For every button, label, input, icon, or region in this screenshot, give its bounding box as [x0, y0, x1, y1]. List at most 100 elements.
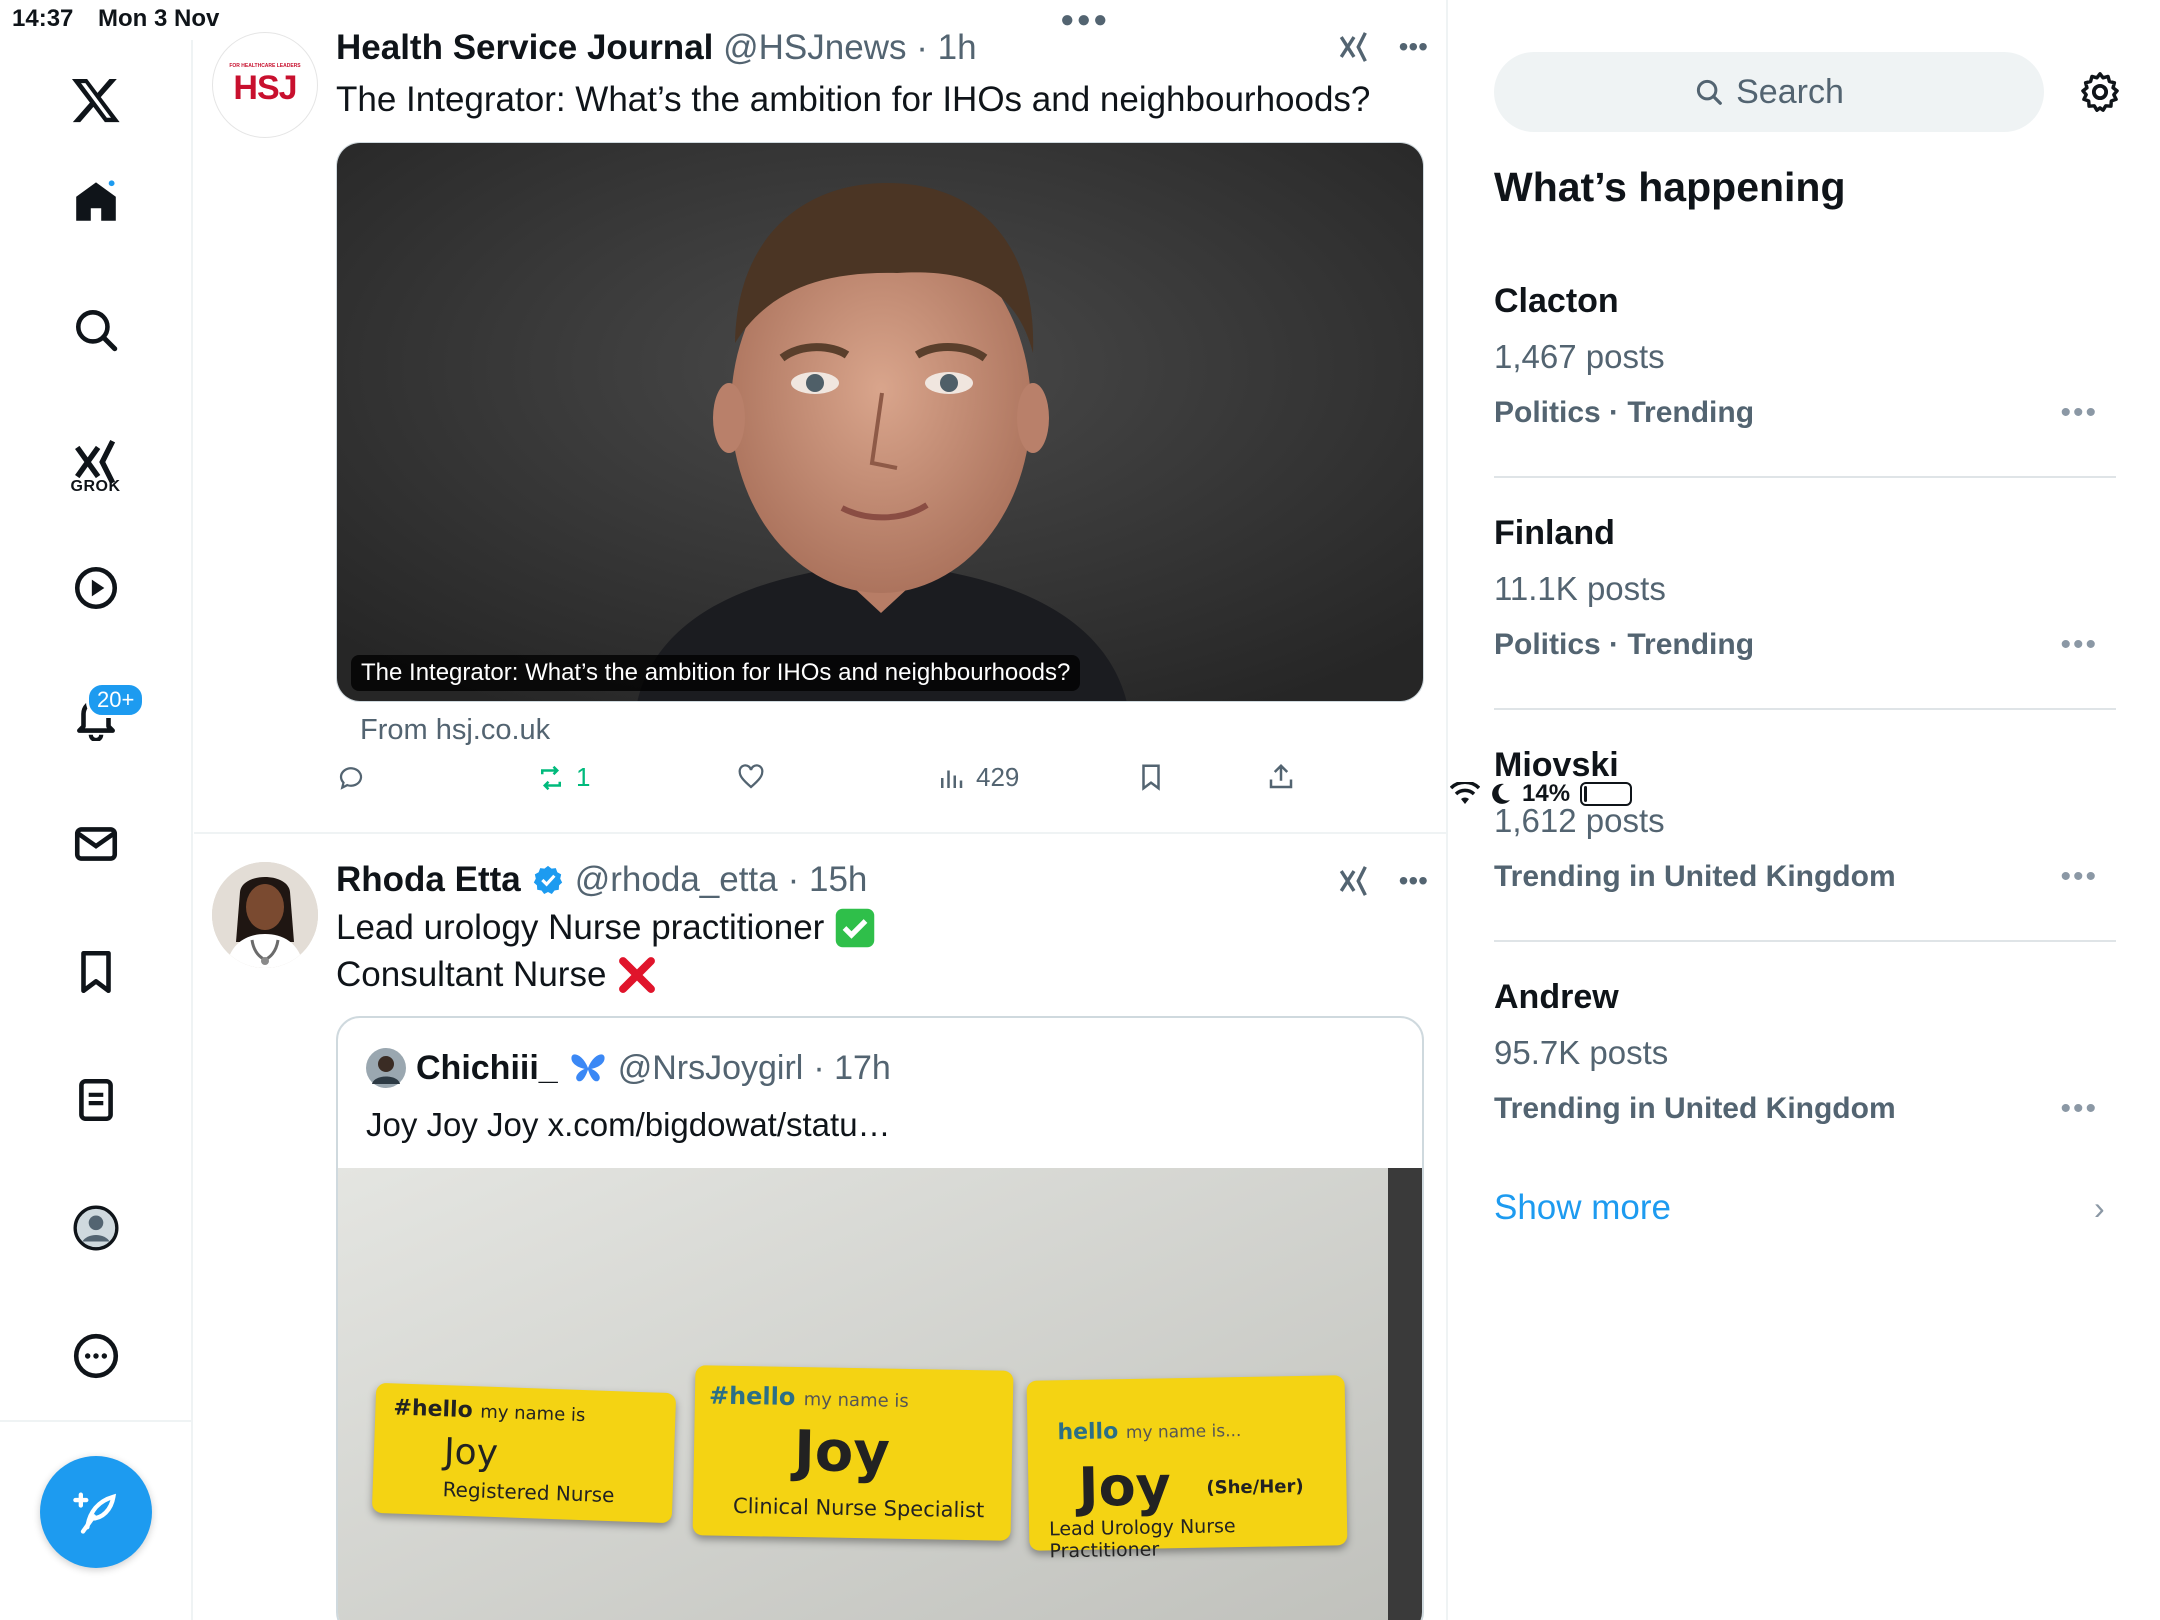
like-button[interactable]: [736, 762, 766, 792]
tweet-more-icon[interactable]: •••: [1399, 31, 1428, 63]
reply-button[interactable]: [336, 762, 366, 792]
trend-title: Finland: [1494, 514, 1615, 552]
bookmark-icon: [1142, 764, 1160, 791]
trend-title: Miovski: [1494, 746, 1619, 784]
link-card-source[interactable]: From hsj.co.uk: [360, 714, 550, 747]
reply-icon: [339, 767, 363, 790]
settings-gear-icon[interactable]: [2072, 64, 2128, 120]
author-handle[interactable]: @HSJnews: [723, 28, 906, 67]
quote-header: Chichiii_ @NrsJoygirl · 17h: [366, 1048, 891, 1088]
badge-hello: hello: [1057, 1419, 1119, 1446]
tweet-text: Lead urology Nurse practitioner Consulta…: [336, 904, 876, 998]
messages-icon[interactable]: [56, 804, 136, 884]
views-count: 429: [976, 762, 1020, 792]
check-mark-emoji-icon: [836, 908, 875, 947]
trend-more-icon[interactable]: •••: [2060, 628, 2098, 662]
grok-explain-icon[interactable]: [1337, 30, 1371, 64]
trend-more-icon[interactable]: •••: [2060, 860, 2098, 894]
tweet-hsj[interactable]: FOR HEALTHCARE LEADERS HSJ Health Servic…: [194, 0, 1446, 836]
share-button[interactable]: [1266, 762, 1296, 792]
author-name[interactable]: Rhoda Etta: [336, 860, 521, 900]
tweet-more-icon[interactable]: •••: [1399, 865, 1428, 897]
badge-name: Joy: [1077, 1454, 1172, 1519]
name-badge-specialist: #hello my name is Joy Clinical Nurse Spe…: [692, 1365, 1014, 1541]
trend-more-icon[interactable]: •••: [2060, 1092, 2098, 1126]
timeline-feed: FOR HEALTHCARE LEADERS HSJ Health Servic…: [194, 0, 1448, 1620]
profile-icon[interactable]: [56, 1188, 136, 1268]
tweet-time[interactable]: · 1h: [916, 28, 976, 67]
x-logo-icon[interactable]: [56, 60, 136, 140]
name-badge-registered: #hello my name is Joy Registered Nurse: [371, 1382, 677, 1524]
tweet-tools: •••: [1337, 30, 1428, 64]
trend-posts: 95.7K posts: [1494, 1034, 1669, 1071]
badge-role: Registered Nurse: [442, 1477, 615, 1508]
grok-label: GROK: [70, 478, 121, 495]
quote-time[interactable]: · 17h: [813, 1049, 891, 1088]
badge-role: Clinical Nurse Specialist: [732, 1493, 985, 1523]
repost-count: 1: [576, 762, 591, 792]
butterfly-emoji-icon: [571, 1054, 605, 1082]
lists-icon[interactable]: [56, 1060, 136, 1140]
avatar-photo: [212, 862, 318, 968]
badge-name: Joy: [793, 1418, 891, 1486]
quote-author-name[interactable]: Chichiii_: [416, 1049, 558, 1088]
grok-explain-icon[interactable]: [1337, 864, 1371, 898]
quote-author-handle[interactable]: @NrsJoygirl: [618, 1049, 804, 1088]
more-options-icon[interactable]: [56, 1316, 136, 1396]
compose-feather-icon: [73, 1492, 117, 1534]
trend-category: Politics · Trending: [1494, 628, 1755, 661]
tweet-text-line1: Lead urology Nurse practitioner: [336, 908, 825, 947]
status-time: 14:37: [12, 5, 74, 32]
trend-item[interactable]: Andrew 95.7K posts Trending in United Ki…: [1494, 942, 2116, 1152]
trend-item[interactable]: Miovski 1,612 posts Trending in United K…: [1494, 710, 2116, 942]
right-sidebar: Search What’s happening Clacton 1,467 po…: [1450, 40, 2160, 1620]
quote-image-name-badges[interactable]: #hello my name is Joy Registered Nurse #…: [338, 1168, 1422, 1620]
badge-name: Joy: [443, 1431, 499, 1475]
quoted-tweet[interactable]: Chichiii_ @NrsJoygirl · 17h Joy Joy Joy …: [336, 1016, 1424, 1620]
left-navigation: GROK 20+: [0, 40, 193, 1620]
link-card-image[interactable]: The Integrator: What’s the ambition for …: [336, 142, 1424, 702]
tweet-rhoda[interactable]: Rhoda Etta @rhoda_etta · 15h ••• Lead ur…: [194, 834, 1446, 1620]
name-badge-lead-urology: hello my name is... Joy (She/Her) Lead U…: [1026, 1375, 1348, 1562]
show-more-link[interactable]: Show more: [1494, 1188, 1671, 1228]
trend-item[interactable]: Clacton 1,467 posts Politics · Trending …: [1494, 246, 2116, 478]
tweet-header: Health Service Journal @HSJnews · 1h: [336, 28, 977, 68]
compose-post-button[interactable]: [40, 1456, 152, 1568]
tweet-text: The Integrator: What’s the ambition for …: [336, 80, 1371, 119]
trend-category: Politics · Trending: [1494, 396, 1755, 429]
avatar-rhoda[interactable]: [212, 862, 318, 968]
quote-avatar[interactable]: [366, 1048, 406, 1088]
avatar-hsj[interactable]: FOR HEALTHCARE LEADERS HSJ: [212, 32, 318, 138]
home-icon[interactable]: [56, 162, 136, 242]
trend-category: Trending in United Kingdom: [1494, 1092, 1896, 1125]
views-button[interactable]: 429: [936, 762, 1019, 793]
author-name[interactable]: Health Service Journal: [336, 28, 713, 67]
video-icon[interactable]: [56, 548, 136, 628]
tweet-time[interactable]: · 15h: [788, 860, 868, 900]
tweet-tools: •••: [1337, 864, 1428, 898]
trend-title: Clacton: [1494, 282, 1619, 320]
bookmark-button[interactable]: [1136, 762, 1166, 792]
portrait-photo: [337, 143, 1423, 701]
repost-button[interactable]: 1: [536, 762, 590, 793]
badge-my-name: my name is...: [1125, 1421, 1242, 1444]
trend-item[interactable]: Finland 11.1K posts Politics · Trending …: [1494, 478, 2116, 710]
nav-divider: [0, 1420, 192, 1422]
badge-hello: #hello: [393, 1395, 474, 1424]
search-icon[interactable]: [56, 290, 136, 370]
verified-badge-icon: [533, 865, 562, 895]
whats-happening-title: What’s happening: [1494, 164, 1846, 210]
search-box[interactable]: Search: [1494, 52, 2044, 132]
notifications-badge: 20+: [86, 682, 146, 718]
trend-title: Andrew: [1494, 978, 1619, 1016]
trend-posts: 1,467 posts: [1494, 338, 1665, 375]
author-handle[interactable]: @rhoda_etta: [575, 860, 778, 900]
badge-my-name: my name is: [803, 1389, 909, 1412]
bookmarks-icon[interactable]: [56, 932, 136, 1012]
trend-more-icon[interactable]: •••: [2060, 396, 2098, 430]
cross-mark-emoji-icon: [619, 956, 656, 993]
tweet-actions: 1 429: [336, 762, 1436, 806]
chevron-right-icon[interactable]: ›: [2094, 1190, 2105, 1227]
hsj-logo: HSJ: [233, 68, 297, 107]
tweet-header: Rhoda Etta @rhoda_etta · 15h: [336, 860, 867, 900]
